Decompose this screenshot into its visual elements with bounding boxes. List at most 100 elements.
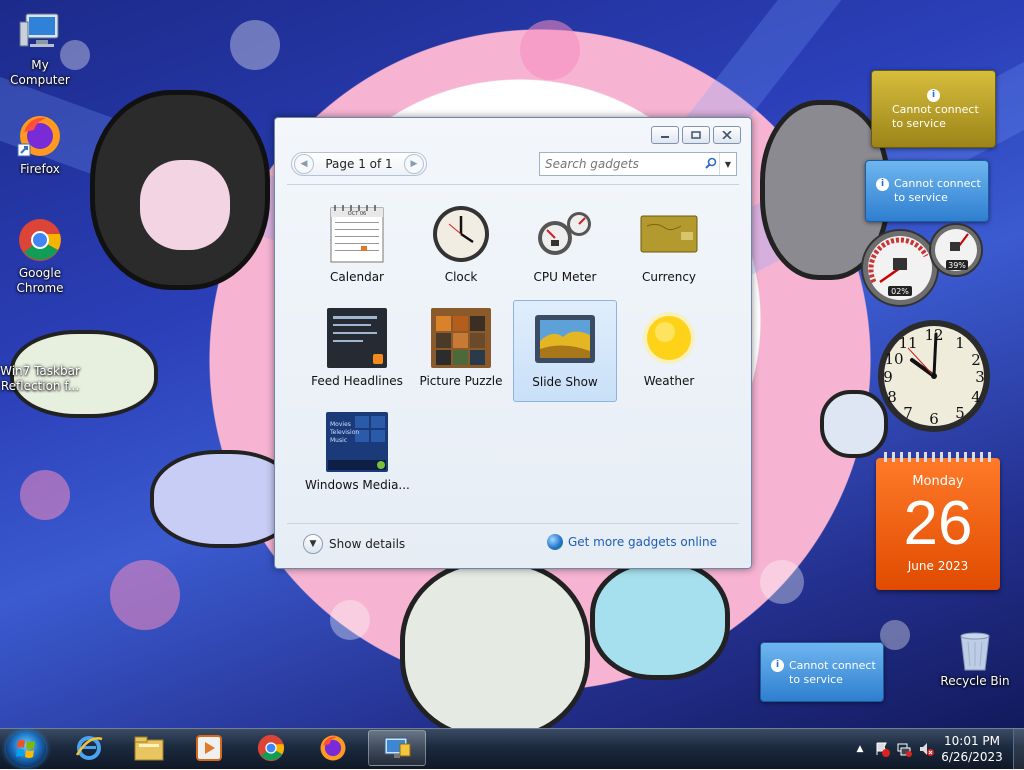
svg-text:4: 4 bbox=[971, 388, 981, 406]
gadget-label: Windows Media... bbox=[305, 478, 410, 492]
window-controls bbox=[651, 126, 741, 144]
cpu-usage-readout: 02% bbox=[891, 287, 909, 296]
network-icon[interactable] bbox=[896, 741, 912, 757]
minimize-icon bbox=[661, 136, 669, 138]
memory-usage-readout: 39% bbox=[948, 261, 966, 270]
gadget-tile-calendar[interactable]: OCT 06 Calendar bbox=[305, 196, 409, 298]
show-hidden-icons-button[interactable]: ▲ bbox=[852, 741, 868, 757]
clock-gadget-icon bbox=[429, 202, 493, 266]
desktop-icon-win7-taskbar-reflection[interactable]: Win7 Taskbar Reflection f... bbox=[0, 364, 80, 394]
gadget-tile-cpu-meter[interactable]: CPU Meter bbox=[513, 196, 617, 298]
firefox-icon bbox=[16, 112, 64, 160]
start-button[interactable] bbox=[6, 731, 46, 767]
gadget-label: Feed Headlines bbox=[311, 374, 403, 388]
gadget-label: Picture Puzzle bbox=[419, 374, 503, 388]
page-navigator: ◀ Page 1 of 1 ▶ bbox=[291, 152, 427, 176]
currency-gadget-error[interactable]: i Cannot connect to service bbox=[871, 70, 996, 148]
svg-text:7: 7 bbox=[903, 404, 913, 422]
gadget-tile-clock[interactable]: Clock bbox=[409, 196, 513, 298]
wallpaper-critter bbox=[590, 560, 730, 680]
gadget-tile-picture-puzzle[interactable]: Picture Puzzle bbox=[409, 300, 513, 402]
gadget-tile-windows-media-center[interactable]: Movies Television Music Windows Media... bbox=[305, 404, 410, 506]
file-explorer-icon bbox=[134, 736, 164, 761]
search-icon[interactable] bbox=[703, 157, 719, 172]
svg-text:10: 10 bbox=[884, 350, 903, 368]
calendar-day: 26 bbox=[903, 489, 973, 558]
desktop-icon-recycle-bin[interactable]: Recycle Bin bbox=[935, 630, 1015, 689]
desktop-icon-label: Recycle Bin bbox=[940, 674, 1010, 688]
search-input[interactable] bbox=[540, 156, 703, 172]
tray-time: 10:01 PM bbox=[944, 734, 1000, 748]
clock-gadget[interactable]: 12 1 2 345 678 9 10 11 bbox=[872, 318, 1000, 446]
restore-button[interactable] bbox=[682, 126, 710, 144]
gadgets-gallery-window: ◀ Page 1 of 1 ▶ ▼ OCT 06 bbox=[274, 117, 752, 569]
desktop-icon-firefox[interactable]: Firefox bbox=[0, 112, 80, 177]
svg-text:2: 2 bbox=[971, 351, 981, 369]
taskbar-firefox[interactable] bbox=[306, 730, 360, 766]
calendar-thumb-month: OCT 06 bbox=[348, 211, 366, 217]
gadget-tile-slide-show[interactable]: Slide Show bbox=[513, 300, 617, 402]
gadget-tile-feed-headlines[interactable]: Feed Headlines bbox=[305, 300, 409, 402]
service-error-text: to service bbox=[892, 117, 946, 130]
volume-muted-icon[interactable] bbox=[918, 741, 934, 757]
taskbar-media-player[interactable] bbox=[182, 730, 236, 766]
gadget-label: CPU Meter bbox=[533, 270, 597, 284]
previous-page-button[interactable]: ◀ bbox=[294, 154, 314, 174]
wallpaper-critter bbox=[400, 560, 590, 728]
show-details-toggle[interactable]: ▼ Show details bbox=[303, 534, 405, 554]
show-desktop-button[interactable] bbox=[1013, 729, 1024, 769]
media-thumb-line: Television bbox=[329, 429, 359, 436]
service-error-text: Cannot connect bbox=[892, 103, 979, 116]
service-error-text: Cannot connect bbox=[894, 177, 981, 190]
svg-text:11: 11 bbox=[898, 334, 917, 352]
taskbar: ▲ 10:01 PM 6/26/2023 bbox=[0, 728, 1024, 769]
calendar-binding bbox=[884, 452, 992, 462]
svg-text:8: 8 bbox=[887, 388, 897, 406]
divider bbox=[287, 184, 739, 185]
gadget-tile-currency[interactable]: Currency bbox=[617, 196, 721, 298]
clock-area[interactable]: 10:01 PM 6/26/2023 bbox=[937, 733, 1007, 765]
media-thumb-line: Music bbox=[330, 437, 347, 444]
minimize-button[interactable] bbox=[651, 126, 679, 144]
calendar-weekday: Monday bbox=[912, 474, 964, 489]
picture-puzzle-gadget-icon bbox=[429, 306, 493, 370]
get-more-gadgets-label: Get more gadgets online bbox=[567, 535, 717, 549]
computer-icon bbox=[16, 8, 64, 56]
cpu-meter-gadget[interactable]: 02% 39% bbox=[860, 222, 988, 310]
desktop-icon-label: Win7 Taskbar Reflection f... bbox=[0, 364, 80, 393]
get-more-gadgets-link[interactable]: Get more gadgets online bbox=[546, 534, 717, 550]
service-error-text: to service bbox=[894, 191, 948, 204]
svg-text:6: 6 bbox=[929, 410, 939, 428]
search-dropdown-button[interactable]: ▼ bbox=[719, 153, 736, 175]
close-button[interactable] bbox=[713, 126, 741, 144]
gadget-tile-weather[interactable]: Weather bbox=[617, 300, 721, 402]
recycle-bin-icon bbox=[955, 630, 995, 672]
gadget-label: Clock bbox=[444, 270, 478, 284]
weather-gadget-error[interactable]: i Cannot connect to service bbox=[760, 642, 884, 702]
calendar-gadget-icon: OCT 06 bbox=[325, 202, 389, 266]
desktop-icon-label: My Computer bbox=[10, 58, 70, 87]
chrome-icon bbox=[257, 734, 285, 762]
system-tray: ▲ 10:01 PM 6/26/2023 bbox=[849, 729, 1024, 769]
desktop-icon-google-chrome[interactable]: Google Chrome bbox=[0, 216, 80, 296]
desktop-icon-my-computer[interactable]: My Computer bbox=[0, 8, 80, 88]
tray-date: 6/26/2023 bbox=[941, 750, 1003, 764]
service-error-text: to service bbox=[789, 673, 843, 686]
calendar-gadget[interactable]: Monday 26 June 2023 bbox=[876, 452, 1000, 590]
desktop-icon-label: Google Chrome bbox=[16, 266, 64, 295]
feed-gadget-error[interactable]: i Cannot connect to service bbox=[865, 160, 989, 222]
taskbar-desktop-gadgets[interactable] bbox=[368, 730, 426, 766]
info-icon: i bbox=[876, 178, 889, 191]
windows-media-center-gadget-icon: Movies Television Music bbox=[325, 410, 389, 474]
internet-explorer-icon bbox=[75, 736, 103, 760]
svg-text:5: 5 bbox=[955, 404, 965, 422]
gadget-label: Slide Show bbox=[532, 375, 598, 389]
gadget-label: Weather bbox=[643, 374, 695, 388]
taskbar-internet-explorer[interactable] bbox=[62, 730, 116, 766]
action-center-icon[interactable] bbox=[874, 741, 890, 757]
next-page-button[interactable]: ▶ bbox=[404, 154, 424, 174]
search-gadgets-box: ▼ bbox=[539, 152, 737, 176]
taskbar-google-chrome[interactable] bbox=[244, 730, 298, 766]
feed-headlines-gadget-icon bbox=[325, 306, 389, 370]
taskbar-file-explorer[interactable] bbox=[122, 730, 176, 766]
